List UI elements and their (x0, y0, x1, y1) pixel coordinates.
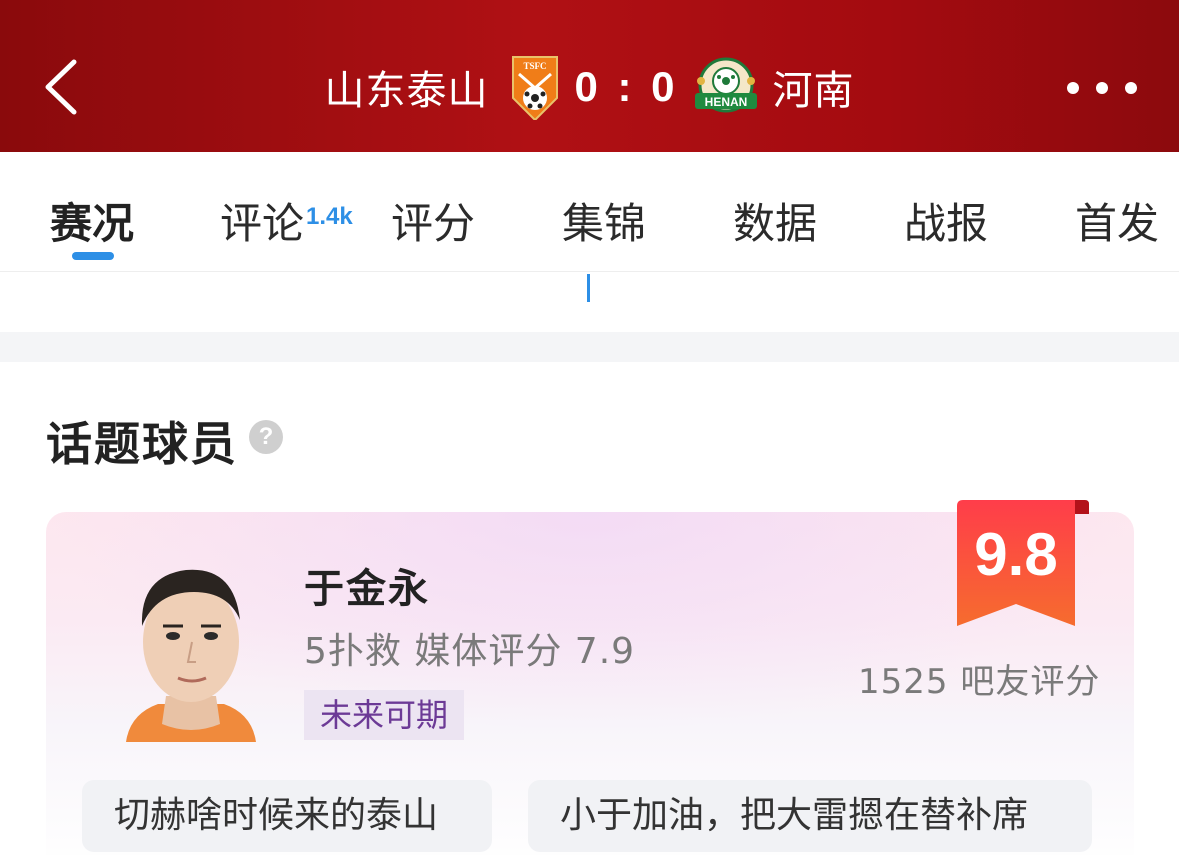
more-dots-icon (1067, 82, 1079, 94)
tab-comments-label: 评论 (220, 199, 305, 248)
home-team-logo[interactable]: TSFC (510, 54, 560, 122)
more-dots-icon (1125, 82, 1137, 94)
home-team-name[interactable]: 山东泰山 (324, 58, 488, 116)
tab-data[interactable]: 数据 (733, 190, 817, 251)
match-header: 山东泰山 TSFC 0 : 0 HENAN 河南 (0, 0, 1179, 152)
tab-lineup[interactable]: 首发 (1075, 190, 1159, 251)
player-tag[interactable]: 未来可期 (304, 690, 465, 740)
away-team-name[interactable]: 河南 (773, 58, 855, 116)
svg-text:TSFC: TSFC (524, 61, 547, 71)
section-title: 话题球员 (46, 417, 238, 471)
tab-report[interactable]: 战报 (904, 190, 988, 251)
hot-comment-pill[interactable]: 切赫啥时候来的泰山 (82, 780, 492, 852)
timeline-marker (587, 274, 590, 302)
svg-text:HENAN: HENAN (704, 95, 747, 109)
player-name: 于金永 (304, 566, 430, 612)
tab-comments[interactable]: 评论1.4k (220, 190, 353, 251)
tab-match-status[interactable]: 赛况 (50, 190, 134, 251)
tab-bar: 赛况 评论1.4k 评分 集锦 数据 战报 首发 (0, 152, 1179, 272)
match-score: 0 : 0 (574, 63, 679, 110)
more-dots-icon (1096, 82, 1108, 94)
tab-ratings[interactable]: 评分 (391, 190, 475, 251)
section-divider (0, 332, 1179, 362)
player-avatar (126, 569, 256, 742)
comment-count-badge: 1.4k (306, 203, 353, 230)
hot-comment-pill[interactable]: 小于加油，把大雷摁在替补席 (528, 780, 1092, 852)
away-team-logo[interactable]: HENAN (693, 57, 759, 117)
player-stats: 5扑救 媒体评分 7.9 (304, 631, 636, 672)
scoreboard: 山东泰山 TSFC 0 : 0 HENAN 河南 (0, 52, 1179, 122)
tab-highlights[interactable]: 集锦 (562, 190, 646, 251)
active-tab-indicator (72, 252, 114, 260)
fan-rating-count: 1525 吧友评分 (858, 662, 1101, 702)
more-button[interactable] (1067, 70, 1137, 106)
rating-value: 9.8 (974, 521, 1058, 588)
help-circle-icon[interactable]: ? (249, 420, 283, 454)
